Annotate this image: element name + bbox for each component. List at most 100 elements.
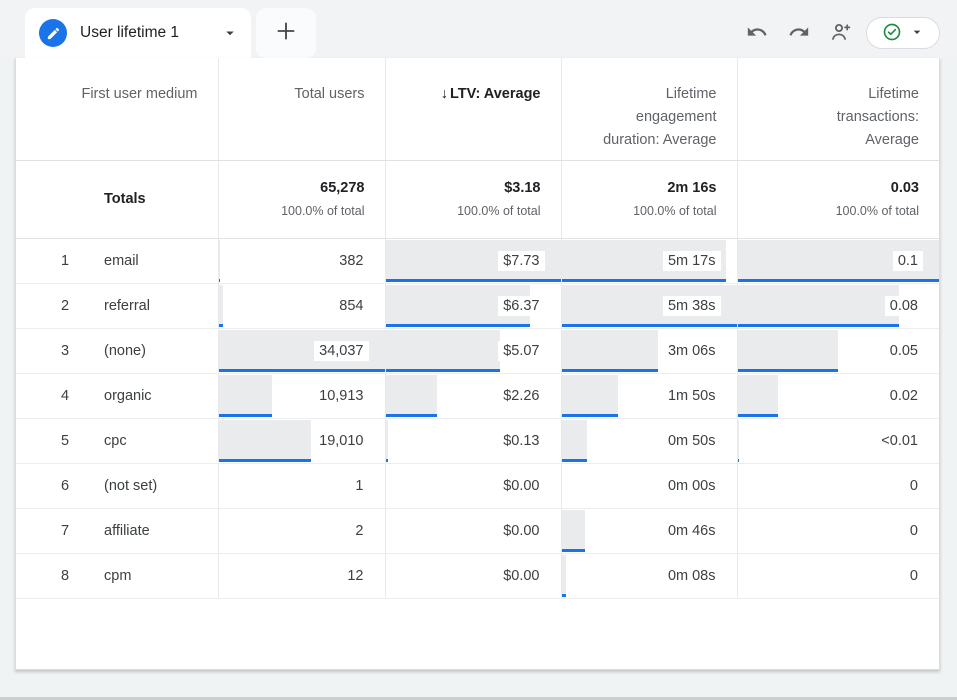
tab-user-lifetime-1[interactable]: User lifetime 1 <box>25 8 251 58</box>
cell-value: 3m 06s <box>663 341 721 361</box>
cell-value: 0 <box>905 521 923 541</box>
bar-fill <box>562 510 586 549</box>
dimension-inner: 7affiliate <box>16 523 218 539</box>
row-index: 5 <box>50 433 80 449</box>
bar-accent <box>738 324 899 327</box>
cell-value: 0m 08s <box>663 566 721 586</box>
dimension-value: (none) <box>104 343 146 359</box>
metric-cell: 1 <box>218 463 385 508</box>
add-tab-button[interactable] <box>256 8 316 58</box>
metric-cell: 0m 50s <box>561 418 737 463</box>
bar-fill <box>562 330 658 369</box>
check-circle-icon <box>882 22 902 45</box>
row-index: 1 <box>50 253 80 269</box>
dimension-inner: 4organic <box>16 388 218 404</box>
metric-cell: 0m 46s <box>561 508 737 553</box>
cell-value: <0.01 <box>876 431 923 451</box>
bar-accent <box>219 279 221 282</box>
cell-value: $0.00 <box>498 566 544 586</box>
table-row[interactable]: 5cpc19,010$0.130m 50s<0.01 <box>16 418 939 463</box>
share-insights-button[interactable] <box>824 16 858 50</box>
totals-row: Totals65,278100.0% of total$3.18100.0% o… <box>16 160 939 238</box>
redo-button[interactable] <box>782 16 816 50</box>
dimension-value: cpc <box>104 433 127 449</box>
cell-value: 0.05 <box>885 341 923 361</box>
table-row[interactable]: 7affiliate2$0.000m 46s0 <box>16 508 939 553</box>
plus-icon <box>273 18 299 49</box>
metric-cell: 2 <box>218 508 385 553</box>
bar-fill <box>562 420 588 459</box>
toolbar <box>740 16 940 50</box>
bar-accent <box>386 459 389 462</box>
status-button[interactable] <box>866 17 940 49</box>
dimension-value: referral <box>104 298 150 314</box>
table-row[interactable]: 6(not set)1$0.000m 00s0 <box>16 463 939 508</box>
tab-title: User lifetime 1 <box>80 24 179 42</box>
table-row[interactable]: 2referral854$6.375m 38s0.08 <box>16 283 939 328</box>
cell-value: 19,010 <box>314 431 368 451</box>
chevron-down-icon <box>909 24 925 43</box>
table-row[interactable]: 3(none)34,037$5.073m 06s0.05 <box>16 328 939 373</box>
bar-fill <box>738 330 839 369</box>
column-header-1[interactable]: First user medium <box>16 58 218 160</box>
pencil-icon <box>39 19 67 47</box>
metric-cell: 0.08 <box>737 283 939 328</box>
dimension-value: email <box>104 253 139 269</box>
metric-cell: 0 <box>737 508 939 553</box>
metric-cell: 5m 17s <box>561 238 737 283</box>
cell-value: $6.37 <box>498 296 544 316</box>
bar-accent <box>738 279 940 282</box>
bar-fill <box>386 420 389 459</box>
bar-fill <box>219 285 223 324</box>
cell-value: 0.02 <box>885 386 923 406</box>
column-header-5[interactable]: Lifetime transactions: Average <box>737 58 939 160</box>
row-index: 6 <box>50 478 80 494</box>
bar-accent <box>562 594 566 597</box>
bar-accent <box>738 414 778 417</box>
tab-bar: User lifetime 1 <box>0 0 957 58</box>
metric-cell: 0m 00s <box>561 463 737 508</box>
dimension-cell: 1 email <box>16 238 218 283</box>
person-add-icon <box>829 20 853 47</box>
redo-icon <box>788 21 810 46</box>
bar-accent <box>219 324 223 327</box>
dimension-cell: 7affiliate <box>16 508 218 553</box>
bar-accent <box>219 459 312 462</box>
column-header-3[interactable]: ↓LTV: Average <box>385 58 561 160</box>
cell-value: $7.73 <box>498 251 544 271</box>
column-header-label: First user medium <box>81 83 197 106</box>
bar-fill <box>738 420 740 459</box>
bar-accent <box>219 369 385 372</box>
column-header-2[interactable]: Total users <box>218 58 385 160</box>
table-row[interactable]: 4organic10,913$2.261m 50s0.02 <box>16 373 939 418</box>
table-row[interactable]: 1email382$7.735m 17s0.1 <box>16 238 939 283</box>
bar-fill <box>219 240 221 279</box>
undo-button[interactable] <box>740 16 774 50</box>
column-header-4[interactable]: Lifetime engagement duration: Average <box>561 58 737 160</box>
bar-accent <box>562 279 726 282</box>
column-header-label: Lifetime engagement duration: Average <box>585 83 717 152</box>
metric-cell: 0.05 <box>737 328 939 373</box>
totals-label: Totals <box>104 191 146 207</box>
totals-percent-of-total: 100.0% of total <box>386 202 541 220</box>
cell-value: 0 <box>905 476 923 496</box>
bar-accent <box>386 414 437 417</box>
table-row[interactable]: 8cpm12$0.000m 08s0 <box>16 553 939 598</box>
chevron-down-icon[interactable] <box>221 24 239 42</box>
exploration-table-panel: First user medium Total users↓LTV: Averag… <box>15 58 940 670</box>
cell-value: 0m 46s <box>663 521 721 541</box>
bar-fill <box>738 285 899 324</box>
metric-cell: 10,913 <box>218 373 385 418</box>
undo-icon <box>746 21 768 46</box>
bar-accent <box>562 549 586 552</box>
bar-accent <box>738 459 740 462</box>
dimension-cell: 5 cpc <box>16 418 218 463</box>
bar-accent <box>386 324 530 327</box>
dimension-inner: 1 email <box>16 253 218 269</box>
header-row: First user medium Total users↓LTV: Averag… <box>16 58 939 160</box>
row-index: 8 <box>50 568 80 584</box>
row-index: 7 <box>50 523 80 539</box>
metric-cell: 0 <box>737 463 939 508</box>
totals-value: $3.18 <box>386 178 541 198</box>
cell-value: 10,913 <box>314 386 368 406</box>
